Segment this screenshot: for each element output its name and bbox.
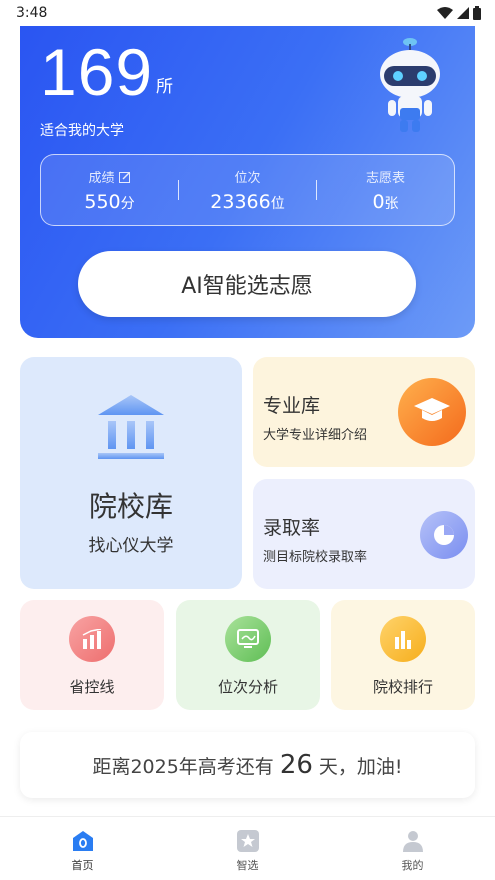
graduation-cap-icon — [398, 378, 466, 446]
major-library-title: 专业库 — [263, 395, 321, 417]
bar-trend-icon — [69, 616, 115, 662]
ai-select-button[interactable]: AI智能选志愿 — [78, 251, 416, 317]
stat-wishlist-value: 0 — [372, 191, 385, 213]
exam-countdown: 距离2025年高考还有 26 天，加油! — [20, 732, 475, 798]
status-bar: 3:48 — [0, 0, 495, 26]
stat-score[interactable]: 成绩 550分 — [41, 167, 178, 213]
rank-analysis-label: 位次分析 — [217, 678, 278, 696]
tab-smart-select-label: 智选 — [236, 859, 259, 872]
college-count-unit: 所 — [156, 77, 173, 97]
university-building-icon — [98, 395, 164, 459]
robot-mascot-icon — [380, 38, 440, 132]
college-ranking-card[interactable]: 院校排行 — [331, 600, 475, 710]
bar-chart-icon — [380, 616, 426, 662]
star-icon — [236, 829, 260, 853]
tab-smart-select[interactable]: 智选 — [165, 817, 330, 880]
stat-rank-label: 位次 — [234, 171, 261, 186]
provincial-line-card[interactable]: 省控线 — [20, 600, 164, 710]
stat-rank-value: 23366 — [210, 191, 271, 213]
stat-rank: 位次 23366位 — [179, 167, 316, 213]
college-ranking-label: 院校排行 — [372, 678, 433, 696]
major-library-card[interactable]: 专业库 大学专业详细介绍 — [253, 357, 475, 467]
tab-profile[interactable]: 我的 — [330, 817, 495, 880]
countdown-suffix: 天，加油! — [318, 755, 403, 778]
provincial-line-label: 省控线 — [69, 678, 115, 696]
stat-wishlist[interactable]: 志愿表 0张 — [317, 167, 454, 213]
admission-rate-title: 录取率 — [263, 517, 321, 539]
stat-wishlist-label: 志愿表 — [365, 171, 405, 186]
monitor-chart-icon — [225, 616, 271, 662]
stat-score-value: 550 — [84, 191, 121, 213]
tab-home[interactable]: 首页 — [0, 817, 165, 880]
home-content: 169 所 适合我的大学 成绩 550分 位次 23366位 志愿表 0张 AI… — [0, 26, 495, 816]
college-count: 169 — [40, 35, 154, 109]
status-time: 3:48 — [16, 5, 48, 21]
home-icon — [71, 829, 95, 853]
status-icons — [437, 6, 481, 20]
score-stats-panel: 成绩 550分 位次 23366位 志愿表 0张 — [40, 154, 455, 226]
hero-card: 169 所 适合我的大学 成绩 550分 位次 23366位 志愿表 0张 AI… — [20, 26, 475, 338]
tab-profile-label: 我的 — [401, 859, 424, 872]
college-library-card[interactable]: 院校库 找心仪大学 — [20, 357, 242, 589]
countdown-days: 26 — [279, 750, 313, 780]
stat-wishlist-unit: 张 — [384, 196, 399, 212]
admission-rate-card[interactable]: 录取率 测目标院校录取率 — [253, 479, 475, 589]
bottom-tab-bar: 首页 智选 我的 — [0, 816, 495, 880]
hero-subtitle: 适合我的大学 — [40, 123, 124, 139]
college-library-subtitle: 找心仪大学 — [88, 536, 174, 556]
pie-chart-icon — [420, 511, 468, 559]
major-library-subtitle: 大学专业详细介绍 — [263, 428, 368, 443]
stat-score-label: 成绩 — [88, 171, 115, 186]
admission-rate-subtitle: 测目标院校录取率 — [263, 550, 368, 565]
tab-home-label: 首页 — [71, 859, 94, 872]
stat-rank-unit: 位 — [270, 196, 285, 212]
edit-icon[interactable] — [118, 171, 131, 183]
user-icon — [401, 829, 425, 853]
battery-icon — [473, 6, 481, 20]
wifi-icon — [437, 7, 453, 19]
signal-icon — [457, 7, 469, 19]
countdown-prefix: 距离2025年高考还有 — [92, 755, 274, 778]
college-library-title: 院校库 — [88, 490, 173, 523]
rank-analysis-card[interactable]: 位次分析 — [176, 600, 320, 710]
stat-score-unit: 分 — [120, 196, 135, 212]
